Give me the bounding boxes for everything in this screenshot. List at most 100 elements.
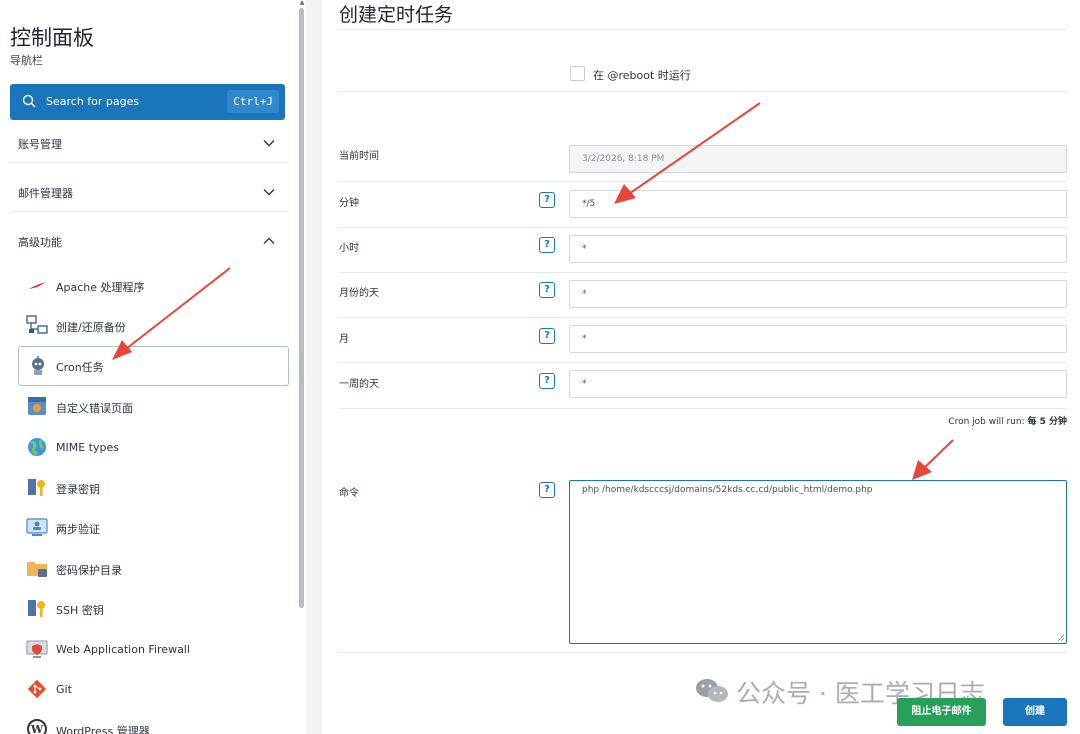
command-help-icon[interactable]: ? (539, 482, 555, 498)
sidebar-item-two-step[interactable]: 两步验证 (18, 508, 289, 548)
section-label: 高级功能 (18, 236, 62, 249)
reboot-checkbox[interactable] (570, 66, 585, 81)
reboot-label: 在 @reboot 时运行 (593, 69, 691, 82)
chevron-up-icon (263, 237, 275, 244)
robot-icon (32, 356, 44, 375)
current-time-field: 3/2/2026, 8:18 PM (569, 145, 1067, 173)
search-pages-button[interactable]: Search for pages Ctrl+J (10, 84, 285, 120)
divider (10, 211, 288, 212)
summary-value: 每 5 分钟 (1027, 417, 1067, 427)
sidebar-item-cron[interactable]: Cron任务 (18, 346, 289, 386)
scrollbar-thumb[interactable] (299, 8, 304, 608)
divider (339, 29, 1067, 30)
network-backup-icon (26, 315, 48, 334)
divider (339, 227, 1067, 228)
day-of-month-help-icon[interactable]: ? (539, 282, 555, 298)
wechat-icon (696, 679, 728, 702)
sidebar-item-label: 登录密钥 (56, 483, 100, 496)
section-mail[interactable]: 邮件管理器 (0, 172, 298, 212)
git-icon (27, 679, 47, 699)
sidebar-item-waf[interactable]: Web Application Firewall (18, 630, 289, 670)
sidebar-item-error-pages[interactable]: 自定义错误页面 (18, 387, 289, 427)
sidebar-item-git[interactable]: Git (18, 670, 289, 710)
divider (339, 408, 1067, 409)
firewall-icon (26, 640, 48, 658)
two-step-icon (26, 518, 48, 536)
sidebar-item-apache[interactable]: Apache 处理程序 (18, 266, 289, 306)
key-icon (28, 479, 45, 496)
section-label: 账号管理 (18, 138, 62, 151)
divider (339, 91, 1067, 92)
command-label: 命令 (339, 488, 359, 499)
sidebar-item-label: MIME types (56, 441, 119, 454)
chevron-down-icon (263, 140, 275, 147)
minute-input[interactable]: */5 (569, 190, 1067, 218)
month-input[interactable]: * (569, 325, 1067, 353)
current-time-label: 当前时间 (339, 151, 379, 162)
sidebar-scrollbar[interactable]: ▲ (298, 0, 306, 734)
sidebar-item-label: Web Application Firewall (56, 643, 190, 656)
divider (339, 652, 1067, 653)
create-button[interactable]: 创建 (1003, 698, 1067, 726)
error-page-icon (28, 397, 46, 415)
minute-help-icon[interactable]: ? (539, 192, 555, 208)
sidebar-title: 控制面板 (10, 26, 94, 50)
search-icon (22, 94, 36, 108)
block-email-button[interactable]: 阻止电子邮件 (897, 698, 986, 726)
minute-label: 分钟 (339, 198, 359, 209)
sidebar-item-login-keys[interactable]: 登录密钥 (18, 468, 289, 508)
sidebar-subtitle: 导航栏 (10, 54, 43, 67)
day-of-week-input[interactable]: * (569, 370, 1067, 398)
wordpress-icon: W (27, 719, 47, 734)
sidebar-item-wordpress[interactable]: W WordPress 管理器 (18, 710, 289, 734)
ssh-key-icon (28, 600, 45, 617)
sidebar-item-label: WordPress 管理器 (56, 725, 150, 734)
hour-label: 小时 (339, 243, 359, 254)
sidebar-item-protected-dirs[interactable]: 密码保护目录 (18, 549, 289, 589)
sidebar-item-label: 自定义错误页面 (56, 402, 133, 415)
sidebar-item-label: 创建/还原备份 (56, 321, 126, 334)
hour-help-icon[interactable]: ? (539, 237, 555, 253)
summary-prefix: Cron job will run: (948, 417, 1028, 427)
sidebar: 控制面板 导航栏 Search for pages Ctrl+J 账号管理 邮件… (0, 0, 298, 734)
feather-icon (29, 282, 45, 289)
divider (339, 272, 1067, 273)
sidebar-item-backup[interactable]: 创建/还原备份 (18, 306, 289, 346)
cron-schedule-summary: Cron job will run: 每 5 分钟 (948, 414, 1067, 427)
hour-input[interactable]: * (569, 235, 1067, 263)
main-panel: 创建定时任务 在 @reboot 时运行 当前时间 3/2/2026, 8:18… (322, 0, 1080, 734)
panel-divider (306, 0, 322, 734)
search-shortcut: Ctrl+J (227, 90, 279, 113)
folder-lock-icon (27, 562, 47, 577)
divider (339, 317, 1067, 318)
sidebar-item-label: 两步验证 (56, 523, 100, 536)
scroll-up-arrow-icon[interactable]: ▲ (299, 0, 305, 6)
section-advanced[interactable]: 高级功能 (0, 221, 298, 261)
sidebar-item-label: Apache 处理程序 (56, 281, 145, 294)
section-account[interactable]: 账号管理 (0, 123, 298, 163)
sidebar-item-label: 密码保护目录 (56, 564, 122, 577)
resize-handle-icon[interactable] (1057, 634, 1065, 642)
sidebar-item-ssh[interactable]: SSH 密钥 (18, 589, 289, 629)
day-of-week-label: 一周的天 (339, 379, 379, 390)
day-of-month-label: 月份的天 (339, 288, 379, 299)
divider (10, 162, 288, 163)
chevron-down-icon (263, 189, 275, 196)
page: 控制面板 导航栏 Search for pages Ctrl+J 账号管理 邮件… (0, 0, 1080, 734)
month-help-icon[interactable]: ? (539, 328, 555, 344)
command-text: php /home/kdscccsj/domains/52kds.cc.cd/p… (582, 485, 873, 495)
sidebar-item-label: SSH 密钥 (56, 604, 104, 617)
page-title: 创建定时任务 (339, 4, 454, 26)
day-of-week-help-icon[interactable]: ? (539, 373, 555, 389)
search-label: Search for pages (46, 95, 140, 108)
sidebar-item-label: Git (56, 683, 72, 696)
section-label: 邮件管理器 (18, 187, 73, 200)
day-of-month-input[interactable]: * (569, 280, 1067, 308)
sidebar-item-mime[interactable]: MIME types (18, 428, 289, 468)
command-textarea[interactable]: php /home/kdscccsj/domains/52kds.cc.cd/p… (569, 480, 1067, 644)
sidebar-item-label: Cron任务 (56, 361, 104, 374)
divider (339, 181, 1067, 182)
divider (339, 362, 1067, 363)
globe-icon (28, 438, 46, 456)
svg-text:W: W (30, 723, 44, 734)
